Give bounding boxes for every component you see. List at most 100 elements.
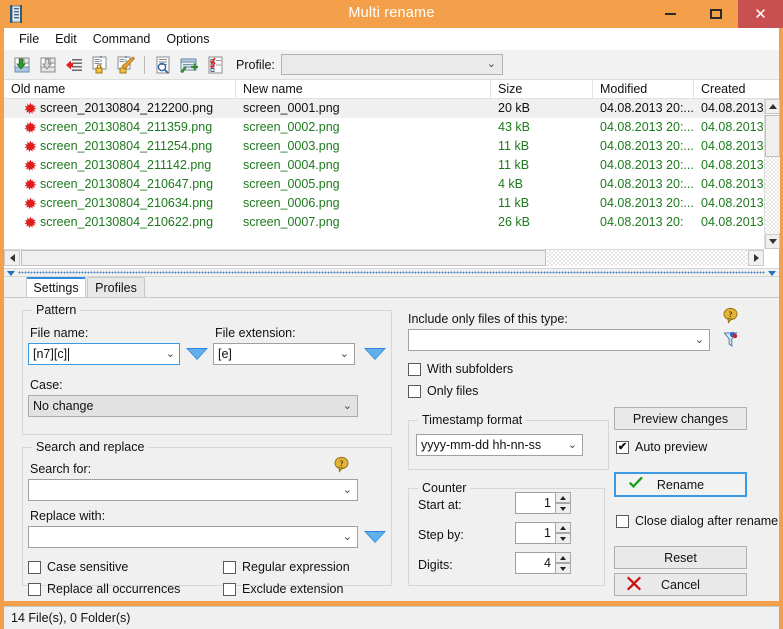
chevron-down-icon[interactable]: ⌄	[166, 348, 175, 360]
cell-old: screen_20130804_212200.png	[4, 99, 236, 118]
checkbox-regular-expression[interactable]: Regular expression	[223, 560, 350, 574]
file-name-expand-button[interactable]	[186, 348, 208, 360]
table-row[interactable]: screen_20130804_212200.png screen_0001.pn…	[4, 99, 764, 118]
splitter-collapse-left-icon[interactable]	[7, 271, 15, 276]
stepper-buttons[interactable]	[555, 522, 571, 544]
checkbox-auto-preview[interactable]: ✔ Auto preview	[616, 440, 707, 454]
scroll-up-button[interactable]	[765, 99, 780, 114]
chevron-down-icon[interactable]: ⌄	[568, 439, 577, 451]
stepper-down-button[interactable]	[555, 533, 571, 544]
add-file-list-icon[interactable]	[176, 52, 202, 78]
old-name-text: screen_20130804_210647.png	[40, 177, 214, 191]
scroll-left-button[interactable]	[4, 250, 20, 266]
file-list-horizontal-scrollbar[interactable]	[4, 249, 764, 266]
chevron-down-icon[interactable]: ⌄	[343, 484, 352, 496]
checkbox-with-subfolders[interactable]: With subfolders	[408, 362, 513, 376]
maximize-button[interactable]	[693, 0, 738, 28]
counter-digits-value[interactable]: 4	[515, 552, 556, 574]
checkbox-only-files[interactable]: Only files	[408, 384, 478, 398]
scroll-right-icon	[753, 254, 759, 262]
close-button[interactable]: ✕	[738, 0, 783, 28]
checklist-icon[interactable]	[202, 52, 228, 78]
tab-profiles[interactable]: Profiles	[87, 277, 145, 297]
checkbox-replace-all-occurrences[interactable]: Replace all occurrences	[28, 582, 180, 596]
preview-list-icon[interactable]	[150, 52, 176, 78]
file-extension-input[interactable]: [e] ⌄	[213, 343, 355, 365]
splitter-collapse-right-icon[interactable]	[768, 271, 776, 276]
lock-pattern-icon[interactable]	[87, 52, 113, 78]
chevron-down-icon[interactable]: ⌄	[343, 531, 352, 543]
checkbox-box	[28, 582, 41, 596]
menu-command[interactable]: Command	[85, 30, 159, 48]
menu-bar: File Edit Command Options	[4, 28, 779, 50]
file-list-vertical-scrollbar[interactable]	[764, 99, 780, 249]
case-select[interactable]: No change ⌄	[28, 395, 358, 417]
cancel-button[interactable]: Cancel	[614, 573, 747, 596]
column-header-size[interactable]: Size	[491, 80, 593, 99]
scroll-down-button[interactable]	[765, 234, 780, 249]
file-extension-expand-button[interactable]	[364, 348, 386, 360]
import-names-icon[interactable]	[61, 52, 87, 78]
counter-start-at-label: Start at:	[418, 498, 462, 512]
timestamp-format-select[interactable]: yyyy-mm-dd hh-nn-ss ⌄	[416, 434, 583, 456]
horizontal-scroll-track[interactable]	[547, 250, 747, 266]
column-header-modified[interactable]: Modified	[593, 80, 694, 99]
reset-button[interactable]: Reset	[614, 546, 747, 569]
help-balloon-icon[interactable]: ?	[722, 307, 739, 324]
help-balloon-icon[interactable]: ?	[333, 456, 350, 473]
column-header-created[interactable]: Created	[694, 80, 764, 99]
stepper-up-button[interactable]	[555, 492, 571, 503]
counter-step-by-stepper[interactable]: 1	[515, 522, 572, 544]
preview-changes-button[interactable]: Preview changes	[614, 407, 747, 430]
table-row[interactable]: screen_20130804_211359.png screen_0002.pn…	[4, 118, 764, 137]
search-for-input[interactable]: ⌄	[28, 479, 358, 501]
counter-digits-stepper[interactable]: 4	[515, 552, 572, 574]
checkbox-exclude-extension[interactable]: Exclude extension	[223, 582, 343, 596]
svg-text:?: ?	[340, 459, 344, 468]
edit-pattern-icon[interactable]	[113, 52, 139, 78]
table-row[interactable]: screen_20130804_210634.png screen_0006.pn…	[4, 194, 764, 213]
scroll-right-button[interactable]	[748, 250, 764, 266]
tab-settings[interactable]: Settings	[26, 277, 86, 297]
funnel-filter-icon[interactable]	[722, 331, 739, 348]
checkbox-case-sensitive[interactable]: Case sensitive	[28, 560, 128, 574]
chevron-down-icon[interactable]: ⌄	[695, 334, 704, 346]
scroll-left-icon	[9, 254, 15, 262]
save-settings-icon[interactable]	[35, 52, 61, 78]
counter-start-at-value[interactable]: 1	[515, 492, 556, 514]
counter-start-at-stepper[interactable]: 1	[515, 492, 572, 514]
stepper-down-button[interactable]	[555, 503, 571, 514]
menu-edit[interactable]: Edit	[47, 30, 85, 48]
vertical-scroll-track[interactable]	[765, 157, 780, 233]
stepper-up-button[interactable]	[555, 522, 571, 533]
column-header-new-name[interactable]: New name	[236, 80, 491, 99]
file-name-input[interactable]: [n7][c] ⌄	[28, 343, 180, 365]
table-row[interactable]: screen_20130804_211254.png screen_0003.pn…	[4, 137, 764, 156]
panel-splitter[interactable]	[4, 268, 779, 277]
table-row[interactable]: screen_20130804_210647.png screen_0005.pn…	[4, 175, 764, 194]
menu-file[interactable]: File	[11, 30, 47, 48]
splitter-grip	[18, 271, 765, 274]
minimize-button[interactable]	[648, 0, 693, 28]
cell-created: 04.08.2013 2	[701, 177, 764, 191]
counter-step-by-value[interactable]: 1	[515, 522, 556, 544]
include-files-input[interactable]: ⌄	[408, 329, 710, 351]
column-header-old-name[interactable]: Old name	[4, 80, 236, 99]
stepper-up-button[interactable]	[555, 552, 571, 563]
replace-with-input[interactable]: ⌄	[28, 526, 358, 548]
profile-combo[interactable]: ⌄	[280, 54, 503, 75]
chevron-down-icon[interactable]: ⌄	[340, 348, 349, 360]
load-settings-icon[interactable]	[9, 52, 35, 78]
table-row[interactable]: screen_20130804_210622.png screen_0007.pn…	[4, 213, 764, 232]
stepper-down-button[interactable]	[555, 563, 571, 574]
horizontal-scroll-thumb[interactable]	[21, 250, 546, 266]
checkbox-close-dialog-after-rename[interactable]: Close dialog after rename	[616, 514, 778, 528]
rename-button[interactable]: Rename	[614, 472, 747, 497]
table-row[interactable]: screen_20130804_211142.png screen_0004.pn…	[4, 156, 764, 175]
vertical-scroll-thumb[interactable]	[765, 115, 780, 157]
stepper-buttons[interactable]	[555, 492, 571, 514]
chevron-down-icon[interactable]: ⌄	[343, 400, 352, 412]
menu-options[interactable]: Options	[158, 30, 217, 48]
stepper-buttons[interactable]	[555, 552, 571, 574]
replace-expand-button[interactable]	[364, 531, 386, 543]
